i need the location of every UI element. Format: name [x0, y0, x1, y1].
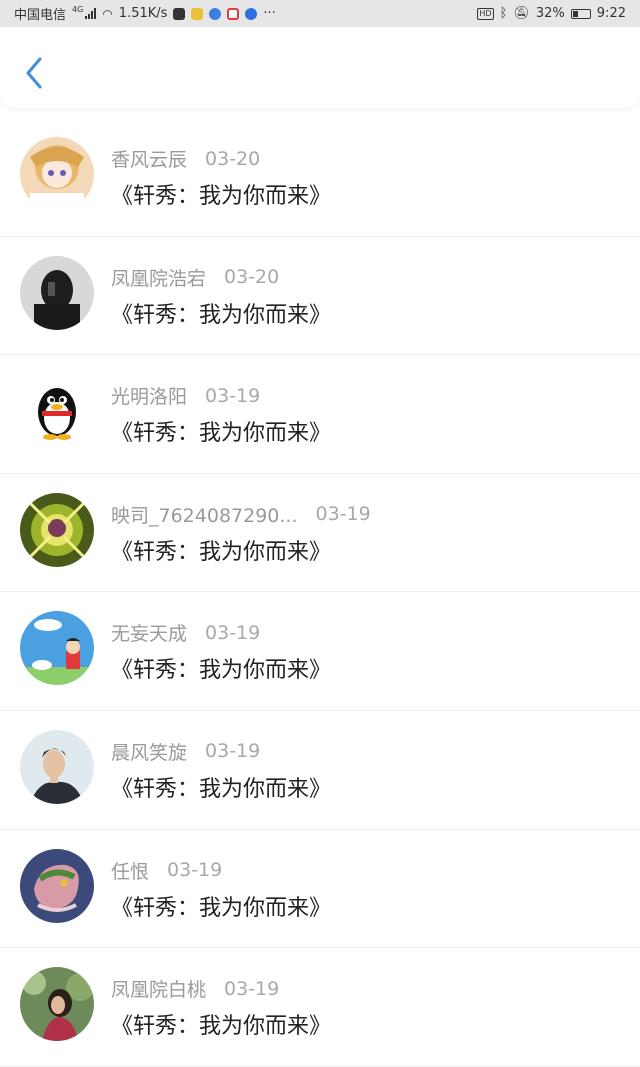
carrier-label: 中国电信 — [14, 8, 67, 23]
list-item[interactable]: 凤凰院白桃 03-19 《轩秀：我为你而来》 — [0, 948, 640, 1067]
username[interactable]: 任恨 — [111, 857, 149, 884]
bluetooth-icon: ᛒ — [499, 6, 508, 21]
list-item[interactable]: 映司_7624087290... 03-19 《轩秀：我为你而来》 — [0, 474, 640, 593]
comment-meta: 映司_7624087290... 03-19 — [111, 501, 371, 528]
username[interactable]: 晨风笑旋 — [111, 738, 187, 765]
comment-list: 香风云辰 03-20 《轩秀：我为你而来》 凤凰院浩宕 03-20 《轩秀：我为… — [0, 118, 640, 1067]
comment-date: 03-19 — [224, 977, 280, 1000]
battery-icon — [570, 8, 591, 19]
chevron-left-icon — [26, 57, 42, 89]
username[interactable]: 映司_7624087290... — [111, 501, 298, 528]
comment-text: 《轩秀：我为你而来》 — [111, 776, 332, 802]
mute-icon: 🔕︎ — [513, 6, 530, 21]
comment-text: 《轩秀：我为你而来》 — [111, 421, 332, 447]
cartoon-sky-avatar[interactable] — [20, 611, 94, 686]
app-notification-icon — [245, 7, 258, 20]
app-notification-icon — [173, 7, 186, 20]
man-portrait-avatar[interactable] — [20, 729, 94, 804]
comment-meta: 香风云辰 03-20 — [111, 145, 260, 172]
network-speed: 1.51K/s — [118, 6, 168, 21]
clock: 9:22 — [596, 6, 626, 21]
username[interactable]: 香风云辰 — [111, 145, 187, 172]
comment-text: 《轩秀：我为你而来》 — [111, 302, 332, 328]
app-notification-icon — [191, 7, 204, 20]
list-item[interactable]: 光明洛阳 03-19 《轩秀：我为你而来》 — [0, 355, 640, 474]
list-item[interactable]: 晨风笑旋 03-19 《轩秀：我为你而来》 — [0, 711, 640, 830]
more-notifications: ··· — [263, 6, 276, 21]
username[interactable]: 凤凰院浩宕 — [111, 264, 206, 291]
comment-date: 03-20 — [224, 266, 280, 289]
status-left: 中国电信 4G ◠ 1.51K/s ··· — [14, 4, 276, 23]
comment-meta: 无妄天成 03-19 — [111, 619, 260, 646]
comment-meta: 凤凰院浩宕 03-20 — [111, 264, 279, 291]
comment-date: 03-20 — [205, 147, 261, 170]
list-item[interactable]: 无妄天成 03-19 《轩秀：我为你而来》 — [0, 592, 640, 711]
glowing-emblem-avatar[interactable] — [20, 492, 94, 567]
dark-figure-avatar[interactable] — [20, 255, 94, 330]
battery-percent: 32% — [535, 6, 565, 21]
username[interactable]: 凤凰院白桃 — [111, 975, 206, 1002]
app-notification-icon — [227, 7, 240, 20]
comment-text: 《轩秀：我为你而来》 — [111, 895, 332, 921]
top-bar — [0, 27, 640, 108]
girl-photo-avatar[interactable] — [20, 967, 94, 1042]
app-notification-icon — [209, 7, 222, 20]
signal-icon — [85, 8, 97, 19]
username[interactable]: 无妄天成 — [111, 619, 187, 646]
list-item[interactable]: 任恨 03-19 《轩秀：我为你而来》 — [0, 830, 640, 949]
hd-badge: HD — [477, 7, 494, 20]
comment-date: 03-19 — [167, 859, 223, 882]
comment-meta: 凤凰院白桃 03-19 — [111, 975, 279, 1002]
dragon-illustration-avatar[interactable] — [20, 848, 94, 923]
status-right: HD ᛒ 🔕︎ 32% 9:22 — [477, 6, 626, 21]
list-item[interactable]: 香风云辰 03-20 《轩秀：我为你而来》 — [0, 118, 640, 237]
comment-meta: 任恨 03-19 — [111, 857, 222, 884]
username[interactable]: 光明洛阳 — [111, 382, 187, 409]
comment-date: 03-19 — [315, 503, 371, 526]
comment-text: 《轩秀：我为你而来》 — [111, 539, 332, 565]
comment-text: 《轩秀：我为你而来》 — [111, 184, 332, 209]
comment-date: 03-19 — [205, 384, 261, 407]
comment-meta: 晨风笑旋 03-19 — [111, 738, 260, 765]
network-type: 4G — [72, 5, 84, 14]
comment-date: 03-19 — [205, 621, 261, 644]
comment-date: 03-19 — [205, 740, 261, 763]
status-bar: 中国电信 4G ◠ 1.51K/s ··· HD ᛒ 🔕︎ 32% 9:22 — [0, 0, 640, 27]
comment-meta: 光明洛阳 03-19 — [111, 382, 260, 409]
comment-text: 《轩秀：我为你而来》 — [111, 1014, 332, 1040]
qq-penguin-avatar[interactable] — [20, 374, 94, 449]
wifi-icon: ◠ — [102, 6, 113, 21]
back-button[interactable] — [20, 55, 48, 91]
list-item[interactable]: 凤凰院浩宕 03-20 《轩秀：我为你而来》 — [0, 237, 640, 356]
comment-text: 《轩秀：我为你而来》 — [111, 658, 332, 684]
anime-girl-avatar[interactable] — [20, 137, 94, 211]
